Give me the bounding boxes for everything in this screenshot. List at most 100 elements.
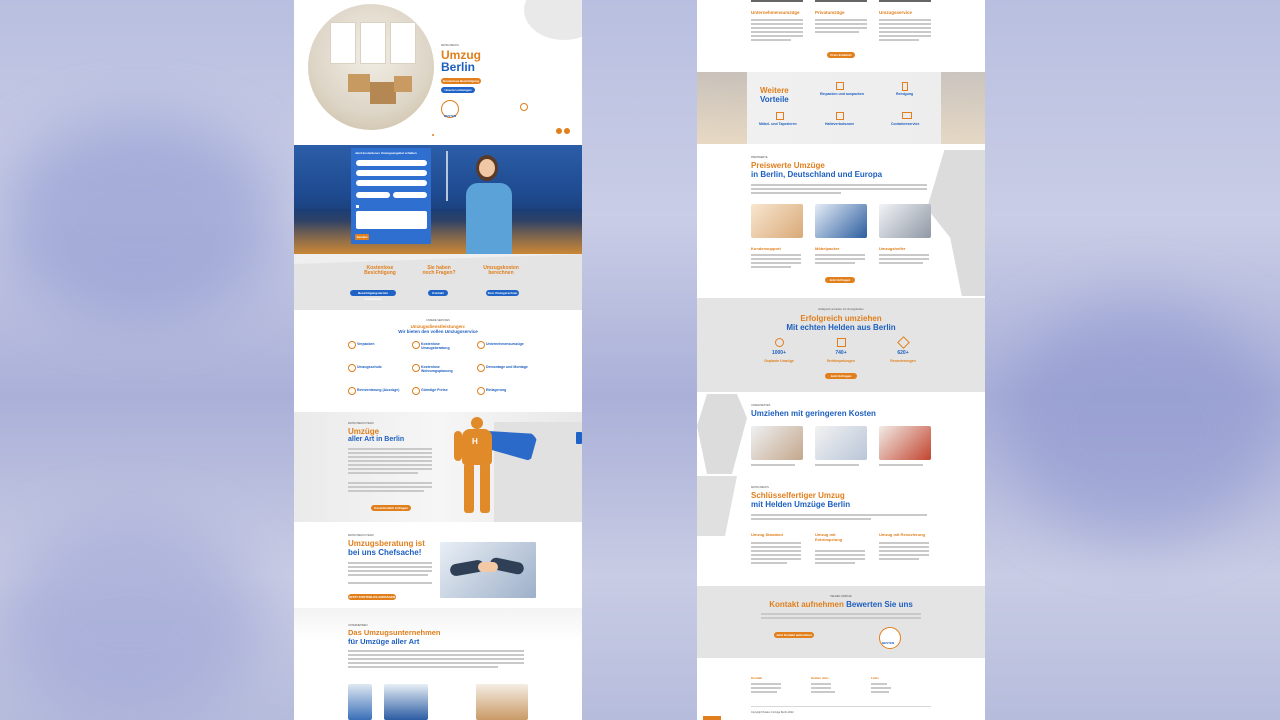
allart-overline: FEHRU BECKS HERO <box>348 422 374 425</box>
bester-badge <box>879 627 901 649</box>
kontakt-title-2: Bewerten Sie uns <box>846 600 913 609</box>
from-field[interactable] <box>356 192 390 198</box>
weitere-item-4: Halteverbotszone <box>825 122 855 126</box>
weitere-item-3: Möbel- und Tapezieren <box>759 122 797 126</box>
text-line <box>348 456 432 458</box>
text-line <box>348 472 418 474</box>
hero-besichtigung-button[interactable]: Kostenlose Besichtigung <box>441 78 481 84</box>
window <box>390 22 416 64</box>
phone-field[interactable] <box>356 180 427 186</box>
schluessel-col-1: Umzug Standard <box>751 532 783 537</box>
man-photo <box>879 426 931 460</box>
hero-play-icon[interactable] <box>520 103 528 111</box>
services-section: UNSERE SERVICES Umzugsdienstleistungen: … <box>294 315 582 410</box>
hero-deco-shape <box>524 0 582 40</box>
allart-title-1: Umzüge <box>348 427 380 436</box>
handshake-photo <box>440 542 536 598</box>
preiswerte-button[interactable]: Jetzt Anfragen <box>825 277 855 283</box>
image-strip <box>879 0 931 2</box>
schluessel-col-2: Umzug mit Entrümpelung <box>815 532 843 542</box>
hero-silhouette <box>927 150 985 296</box>
services-title-2: Wir bieten den vollen Umzugsservice <box>398 329 478 334</box>
text-line <box>348 582 432 584</box>
slider-prev-icon[interactable] <box>556 128 562 134</box>
hero-leg <box>464 463 474 513</box>
preiswerte-title-1: Preiswerte Umzüge <box>751 161 825 170</box>
text-line <box>879 262 923 264</box>
text-line <box>751 23 803 25</box>
text-line <box>751 558 801 560</box>
text-line <box>879 39 919 41</box>
text-line <box>811 691 835 693</box>
schluessel-title-2: mit Helden Umzüge Berlin <box>751 500 851 509</box>
footer: Kontakt Helden Jobs Links Copyright Held… <box>697 660 985 720</box>
cta-diagonal <box>294 254 582 264</box>
allart-request-button[interactable]: Unverbindlich Anfragen <box>371 505 411 511</box>
text-line <box>815 554 865 556</box>
left-page-column: FEHRU BECKS Umzug Berlin Kostenlose Besi… <box>294 0 582 720</box>
stats-overline: Erfolgreich umziehen mit Umzugshelden <box>818 308 864 311</box>
stats-button[interactable]: Jetzt Anfragen <box>825 373 857 379</box>
text-line <box>751 188 927 190</box>
form-send-button[interactable]: Senden <box>355 234 369 240</box>
kontakt-button[interactable]: Jetzt Kontakt aufnehmen <box>774 632 814 638</box>
footer-divider <box>751 706 931 707</box>
cta-2-button[interactable]: Kontakt <box>428 290 448 296</box>
service-item-6: Demontage und Montage <box>486 365 528 369</box>
box-icon <box>836 82 844 90</box>
cta-3-button[interactable]: Zum Umzugsrechner <box>486 290 519 296</box>
text-line <box>751 262 801 264</box>
card-3-title: Umzugshelfer <box>879 246 906 251</box>
text-line <box>879 464 923 466</box>
blurred-bg <box>941 72 985 144</box>
kosten-section: UNSER BESTES Umziehen mit geringeren Kos… <box>697 394 985 474</box>
text-line <box>879 550 929 552</box>
kosten-title: Umziehen mit geringeren Kosten <box>751 409 876 418</box>
text-line <box>879 27 931 29</box>
stat-2-num: 740+ <box>835 350 847 356</box>
text-line <box>815 31 859 33</box>
top-service-2: Privatumzüge <box>815 10 845 15</box>
service-item-8: Günstige Preise <box>421 388 448 392</box>
text-line <box>348 662 524 664</box>
cleaning-icon <box>902 82 908 91</box>
text-line <box>348 452 432 454</box>
text-line <box>815 562 855 564</box>
card-1-title: Kundensupport <box>751 246 781 251</box>
service-item-2: Kostenlose Umzugsberatung <box>421 342 450 350</box>
text-line <box>751 39 791 41</box>
privacy-checkbox[interactable] <box>356 205 359 208</box>
message-field[interactable] <box>356 211 427 229</box>
text-line <box>348 574 428 576</box>
hero-leistungen-button[interactable]: Unsere Leistungen <box>441 87 475 93</box>
price-button[interactable]: Preis Ermitteln <box>827 52 855 58</box>
footer-accent <box>703 716 721 720</box>
right-page-column: Unternehmensumzüge Privatumzüge Umzugsse… <box>697 0 985 720</box>
weitere-title-1: Weitere <box>760 86 789 95</box>
beratung-overline: FEHRU BECKS HERO <box>348 534 374 537</box>
window <box>360 22 386 64</box>
to-field[interactable] <box>393 192 427 198</box>
preiswerte-overline: PREISWERTE <box>751 156 768 159</box>
text-line <box>751 35 803 37</box>
name-field[interactable] <box>356 160 427 166</box>
stat-1-label: Geplante Umzüge <box>764 359 794 363</box>
office-photo <box>348 684 372 720</box>
preiswerte-title-2: in Berlin, Deutschland und Europa <box>751 170 883 179</box>
cta-1-button[interactable]: Besichtigungstermin vereinbaren <box>350 290 396 301</box>
text-line <box>815 254 865 256</box>
beratung-button[interactable]: JETZT KOSTENLOS ANFRAGEN <box>348 594 396 600</box>
text-line <box>815 464 859 466</box>
text-line <box>348 482 432 484</box>
stats-title-1: Erfolgreich umziehen <box>800 314 882 323</box>
top-services: Unternehmensumzüge Privatumzüge Umzugsse… <box>697 0 985 70</box>
text-line <box>879 554 929 556</box>
slider-next-icon[interactable] <box>564 128 570 134</box>
slider-dot[interactable] <box>432 134 434 136</box>
email-field[interactable] <box>356 170 427 176</box>
kontakt-heading: Kontakt aufnehmen Bewerten Sie uns <box>697 600 985 609</box>
side-tab-icon[interactable] <box>576 432 582 444</box>
text-line <box>751 258 801 260</box>
stat-2-label: Entrümpelungen <box>827 359 855 363</box>
hero-room-image <box>308 4 434 130</box>
